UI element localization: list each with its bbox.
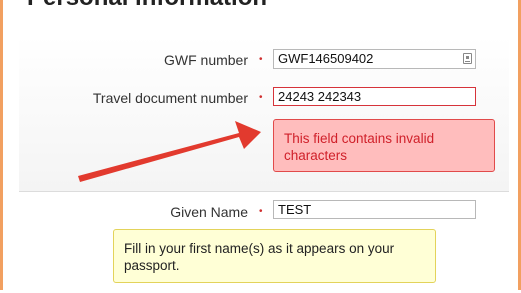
form-frame: Personal information GWF number • GWF146… [0,0,521,293]
arrow-shape [78,121,261,182]
hint-tooltip: Fill in your first name(s) as it appears… [113,229,436,283]
required-marker: • [259,206,263,217]
given-name-input[interactable]: TEST [273,200,476,219]
given-name-label: Given Name [170,204,248,220]
hint-message: Fill in your first name(s) as it appears… [124,241,395,273]
given-name-value: TEST [278,202,312,217]
